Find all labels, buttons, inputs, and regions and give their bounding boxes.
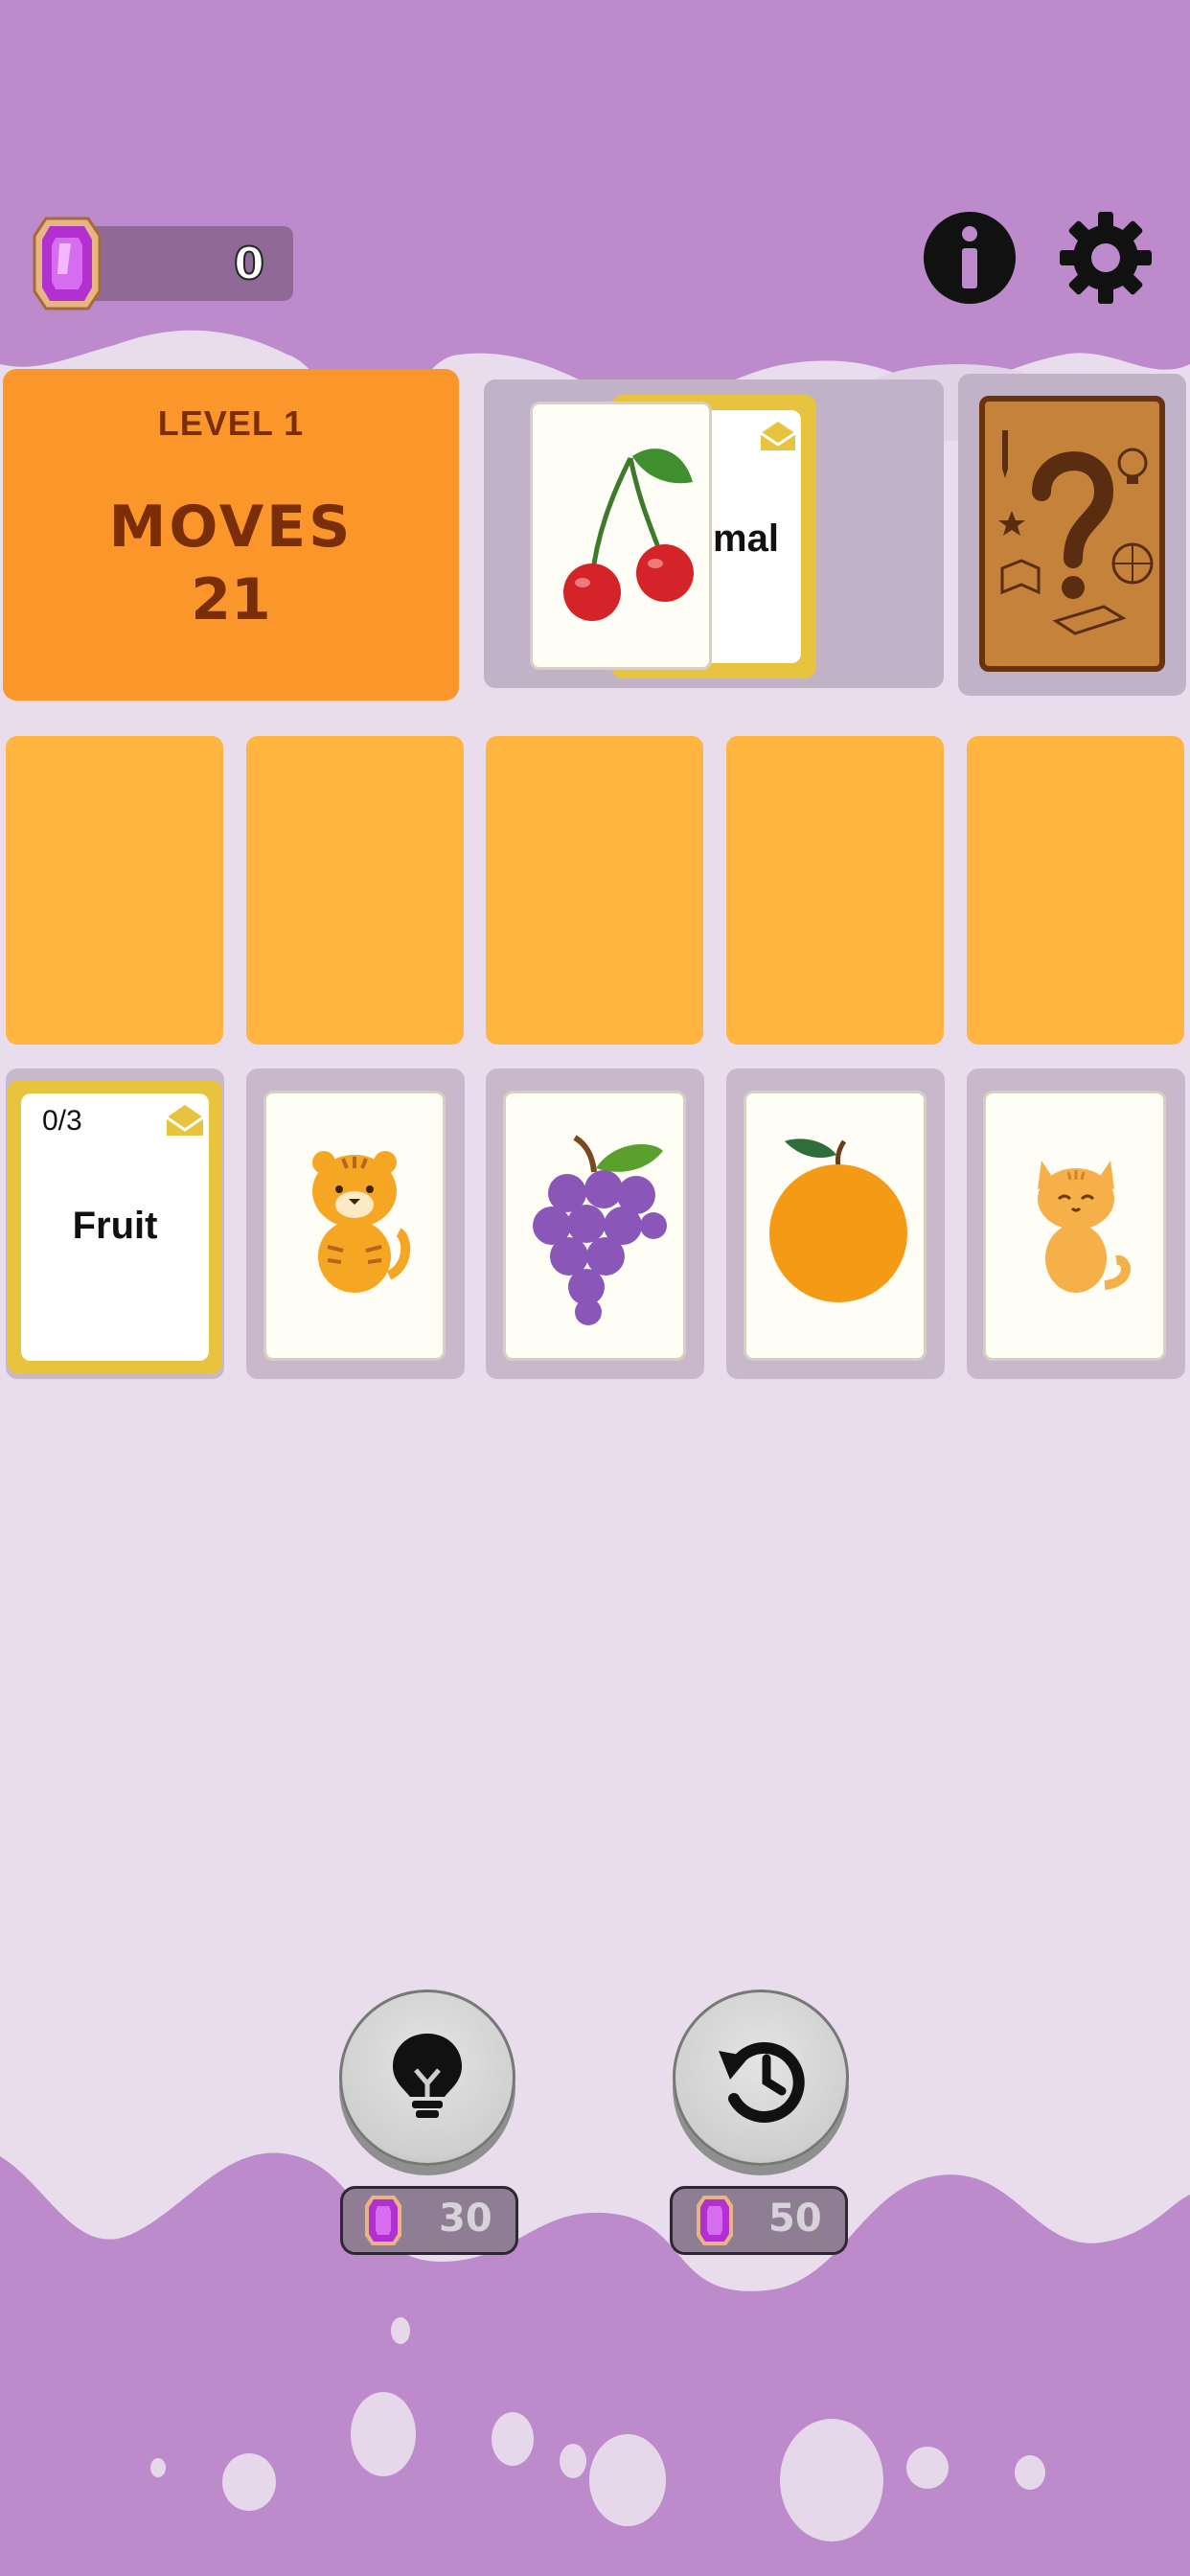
cat-icon	[1038, 1161, 1131, 1293]
empty-slot-3[interactable]	[486, 736, 703, 1045]
orange-icon	[769, 1138, 907, 1302]
category-count: 0/3	[42, 1105, 82, 1137]
category-label: Fruit	[72, 1205, 158, 1247]
empty-slot-1[interactable]	[6, 736, 223, 1045]
purple-gem-icon	[33, 217, 102, 310]
mystery-question-card-icon	[998, 430, 1154, 635]
stack-top-card[interactable]	[530, 402, 712, 670]
moves-value: 21	[191, 566, 271, 633]
purple-gem-icon	[697, 2196, 733, 2245]
envelope-icon	[166, 1105, 204, 1136]
orange-card[interactable]	[744, 1091, 927, 1361]
purple-gem-icon	[365, 2196, 401, 2245]
stacked-card-label: mal	[713, 518, 779, 560]
gem-count: 0	[233, 237, 265, 290]
info-icon[interactable]	[922, 210, 1018, 306]
level-label: LEVEL 1	[157, 403, 305, 443]
empty-slot-2[interactable]	[246, 736, 464, 1045]
mystery-deck-card[interactable]	[979, 396, 1165, 672]
undo-price: 50	[670, 2186, 848, 2255]
gear-icon[interactable]	[1058, 210, 1154, 306]
tiger-icon	[312, 1151, 411, 1293]
grapes-card[interactable]	[503, 1091, 686, 1361]
cherry-icon	[563, 448, 694, 621]
envelope-icon	[760, 422, 796, 450]
empty-slot-4[interactable]	[726, 736, 944, 1045]
bottom-background-wave	[0, 2152, 1190, 2576]
hint-booster-button[interactable]	[339, 1990, 515, 2166]
hint-price: 30	[340, 2186, 518, 2255]
moves-label: MOVES	[108, 494, 354, 561]
lightbulb-icon	[393, 2034, 462, 2118]
empty-slot-5[interactable]	[967, 736, 1184, 1045]
level-panel: LEVEL 1 MOVES 21	[3, 369, 459, 701]
cat-card[interactable]	[983, 1091, 1166, 1361]
grapes-icon	[533, 1135, 667, 1325]
category-card-fruit[interactable]: 0/3 Fruit	[8, 1080, 222, 1374]
undo-price-value: 50	[768, 2196, 822, 2241]
undo-history-icon	[719, 2042, 805, 2123]
undo-booster-button[interactable]	[673, 1990, 849, 2166]
tiger-card[interactable]	[263, 1091, 446, 1361]
hint-price-value: 30	[439, 2196, 492, 2241]
